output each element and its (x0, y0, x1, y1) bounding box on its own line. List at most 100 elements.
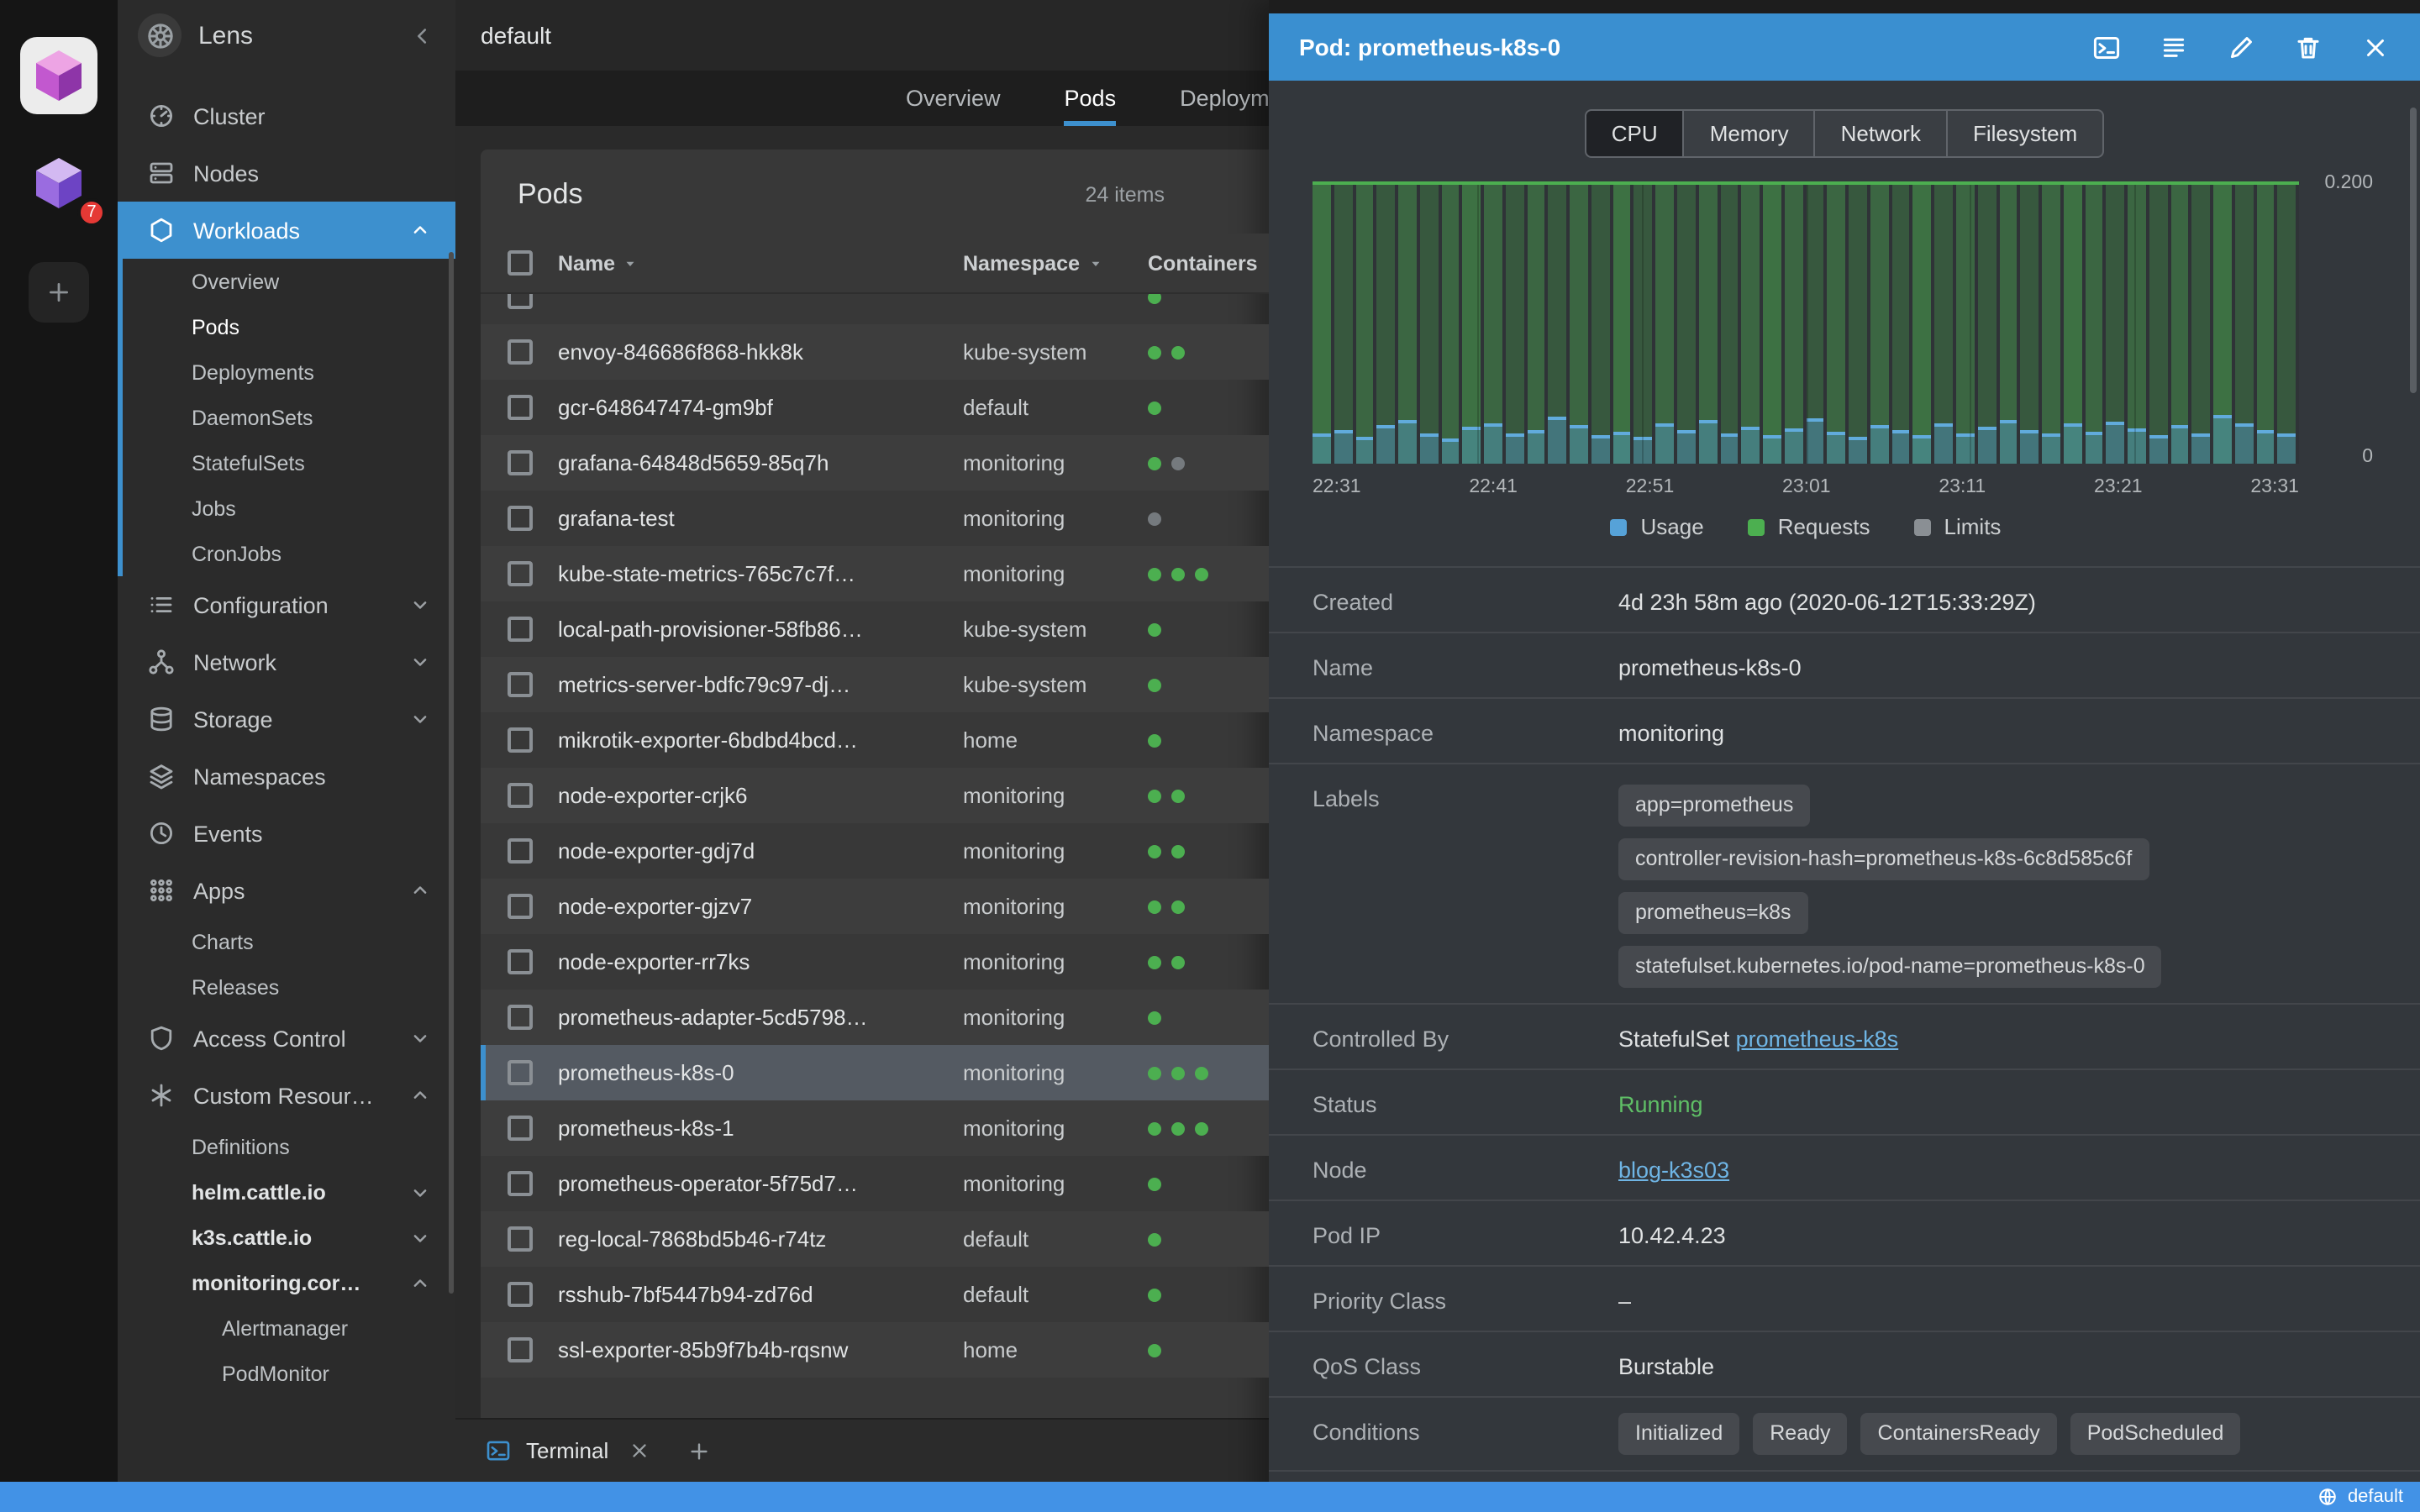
sidebar-item-namespaces[interactable]: Namespaces (118, 748, 455, 805)
row-checkbox[interactable] (508, 294, 533, 309)
table-row-reg-local-7868bd5b46-r74tz[interactable]: reg-local-7868bd5b46-r74tz default (481, 1211, 1269, 1267)
table-row-node-exporter-crjk6[interactable]: node-exporter-crjk6 monitoring (481, 768, 1269, 823)
metric-tab-cpu[interactable]: CPU (1584, 109, 1685, 158)
sidebar-subitem-deployments[interactable]: Deployments (118, 349, 455, 395)
sidebar-subitem-helm-cattle-io[interactable]: helm.cattle.io (118, 1169, 455, 1215)
row-checkbox[interactable] (508, 1226, 533, 1252)
sidebar-subitem-daemonsets[interactable]: DaemonSets (118, 395, 455, 440)
table-row-node-exporter-rr7ks[interactable]: node-exporter-rr7ks monitoring (481, 934, 1269, 990)
sidebar-item-workloads[interactable]: Workloads (118, 202, 455, 259)
sidebar-collapse-button[interactable] (410, 23, 435, 48)
column-header-containers[interactable]: Containers (1148, 251, 1269, 275)
sidebar-subitem-jobs[interactable]: Jobs (118, 486, 455, 531)
row-checkbox[interactable] (508, 506, 533, 531)
tab-deployments[interactable]: Deployments (1180, 71, 1269, 126)
table-row-metrics-server-bdfc79c97-dj[interactable]: metrics-server-bdfc79c97-dj… kube-system (481, 657, 1269, 712)
column-header-namespace[interactable]: Namespace (963, 251, 1148, 275)
table-row-gcr-648647474-gm9bf[interactable]: gcr-648647474-gm9bf default (481, 380, 1269, 435)
metric-tab-network[interactable]: Network (1815, 109, 1948, 158)
sidebar-item-label: Configuration (193, 592, 329, 617)
table-row-local-path-provisioner-58fb86[interactable]: local-path-provisioner-58fb86… kube-syste… (481, 601, 1269, 657)
table-row-envoy-846686f868-hkk8k[interactable]: envoy-846686f868-hkk8k kube-system (481, 324, 1269, 380)
workspace-tile-1[interactable] (20, 37, 97, 114)
row-checkbox[interactable] (508, 1282, 533, 1307)
table-row-node-exporter-gjzv7[interactable]: node-exporter-gjzv7 monitoring (481, 879, 1269, 934)
sidebar-item-events[interactable]: Events (118, 805, 455, 862)
drawer-scrollbar[interactable] (2410, 108, 2417, 393)
tab-pods[interactable]: Pods (1065, 71, 1117, 126)
legend-item-usage[interactable]: Usage (1610, 514, 1704, 539)
table-row-prometheus-k8s-0[interactable]: prometheus-k8s-0 monitoring (481, 1045, 1269, 1100)
drawer-logs-icon[interactable] (2160, 33, 2188, 61)
tab-overview[interactable]: Overview (906, 71, 1001, 126)
row-checkbox[interactable] (508, 339, 533, 365)
usage-bar (2149, 435, 2168, 464)
sidebar-subitem-definitions[interactable]: Definitions (118, 1124, 455, 1169)
status-context[interactable]: default (2348, 1487, 2403, 1507)
row-checkbox[interactable] (508, 395, 533, 420)
terminal-tab-label[interactable]: Terminal (526, 1438, 608, 1463)
sidebar-subitem-monitoring-cor[interactable]: monitoring.cor… (118, 1260, 455, 1305)
table-row-prometheus-adapter-5cd5798[interactable]: prometheus-adapter-5cd5798… monitoring (481, 990, 1269, 1045)
row-checkbox[interactable] (508, 838, 533, 864)
drawer-edit-icon[interactable] (2227, 33, 2255, 61)
row-checkbox[interactable] (508, 1116, 533, 1141)
sidebar-item-network[interactable]: Network (118, 633, 455, 690)
legend-item-requests[interactable]: Requests (1747, 514, 1870, 539)
sidebar-subitem-k3s-cattle-io[interactable]: k3s.cattle.io (118, 1215, 455, 1260)
row-checkbox[interactable] (508, 450, 533, 475)
row-checkbox[interactable] (508, 1171, 533, 1196)
sidebar-scrollbar[interactable] (449, 252, 454, 1294)
row-checkbox[interactable] (508, 1337, 533, 1362)
sidebar-subitem-charts[interactable]: Charts (118, 919, 455, 964)
sidebar-subitem-podmonitor[interactable]: PodMonitor (118, 1351, 455, 1396)
sidebar-item-configuration[interactable]: Configuration (118, 576, 455, 633)
table-row-ssl-exporter-85b9f7b4b-rqsnw[interactable]: ssl-exporter-85b9f7b4b-rqsnw home (481, 1322, 1269, 1378)
detail-link[interactable]: blog-k3s03 (1618, 1158, 1729, 1183)
sidebar-item-custom-resour[interactable]: Custom Resour… (118, 1067, 455, 1124)
sidebar-subitem-pods[interactable]: Pods (118, 304, 455, 349)
detail-link[interactable]: prometheus-k8s (1736, 1026, 1899, 1052)
sidebar-item-storage[interactable]: Storage (118, 690, 455, 748)
table-row-mikrotik-exporter-6bdbd4bcd[interactable]: mikrotik-exporter-6bdbd4bcd… home (481, 712, 1269, 768)
table-row-grafana-64848d5659-85q7h[interactable]: grafana-64848d5659-85q7h monitoring (481, 435, 1269, 491)
row-checkbox[interactable] (508, 672, 533, 697)
new-terminal-icon[interactable] (687, 1439, 711, 1462)
table-row-prometheus-k8s-1[interactable]: prometheus-k8s-1 monitoring (481, 1100, 1269, 1156)
drawer-terminal-icon[interactable] (2092, 33, 2121, 61)
table-row-item[interactable] (481, 294, 1269, 324)
table-row-rsshub-7bf5447b94-zd76d[interactable]: rsshub-7bf5447b94-zd76d default (481, 1267, 1269, 1322)
sidebar-subitem-overview[interactable]: Overview (118, 259, 455, 304)
add-cluster-button[interactable] (29, 262, 89, 323)
row-checkbox[interactable] (508, 1060, 533, 1085)
row-checkbox[interactable] (508, 727, 533, 753)
drawer-close-icon[interactable] (2361, 33, 2390, 61)
row-checkbox[interactable] (508, 949, 533, 974)
metric-tab-memory[interactable]: Memory (1684, 109, 1816, 158)
table-row-prometheus-operator-5f75d7[interactable]: prometheus-operator-5f75d7… monitoring (481, 1156, 1269, 1211)
terminal-close-icon[interactable] (629, 1440, 650, 1462)
table-row-kube-state-metrics-765c7c7f[interactable]: kube-state-metrics-765c7c7f… monitoring (481, 546, 1269, 601)
row-checkbox[interactable] (508, 894, 533, 919)
column-header-name[interactable]: Name (558, 251, 963, 275)
sidebar-item-apps[interactable]: Apps (118, 862, 455, 919)
metric-tab-filesystem[interactable]: Filesystem (1947, 109, 2105, 158)
sidebar-item-cluster[interactable]: Cluster (118, 87, 455, 144)
table-row-grafana-test[interactable]: grafana-test monitoring (481, 491, 1269, 546)
row-checkbox[interactable] (508, 617, 533, 642)
sidebar-subitem-releases[interactable]: Releases (118, 964, 455, 1010)
row-checkbox[interactable] (508, 561, 533, 586)
sidebar-item-access-control[interactable]: Access Control (118, 1010, 455, 1067)
workspace-tile-2[interactable]: 7 (20, 144, 106, 227)
row-checkbox[interactable] (508, 1005, 533, 1030)
sidebar-subitem-cronjobs[interactable]: CronJobs (118, 531, 455, 576)
sidebar-subitem-alertmanager[interactable]: Alertmanager (118, 1305, 455, 1351)
select-all-checkbox[interactable] (508, 250, 533, 276)
legend-item-limits[interactable]: Limits (1913, 514, 2001, 539)
sidebar-subitem-statefulsets[interactable]: StatefulSets (118, 440, 455, 486)
namespace-context[interactable]: default (481, 22, 551, 49)
row-checkbox[interactable] (508, 783, 533, 808)
table-row-node-exporter-gdj7d[interactable]: node-exporter-gdj7d monitoring (481, 823, 1269, 879)
sidebar-item-nodes[interactable]: Nodes (118, 144, 455, 202)
drawer-trash-icon[interactable] (2294, 33, 2323, 61)
